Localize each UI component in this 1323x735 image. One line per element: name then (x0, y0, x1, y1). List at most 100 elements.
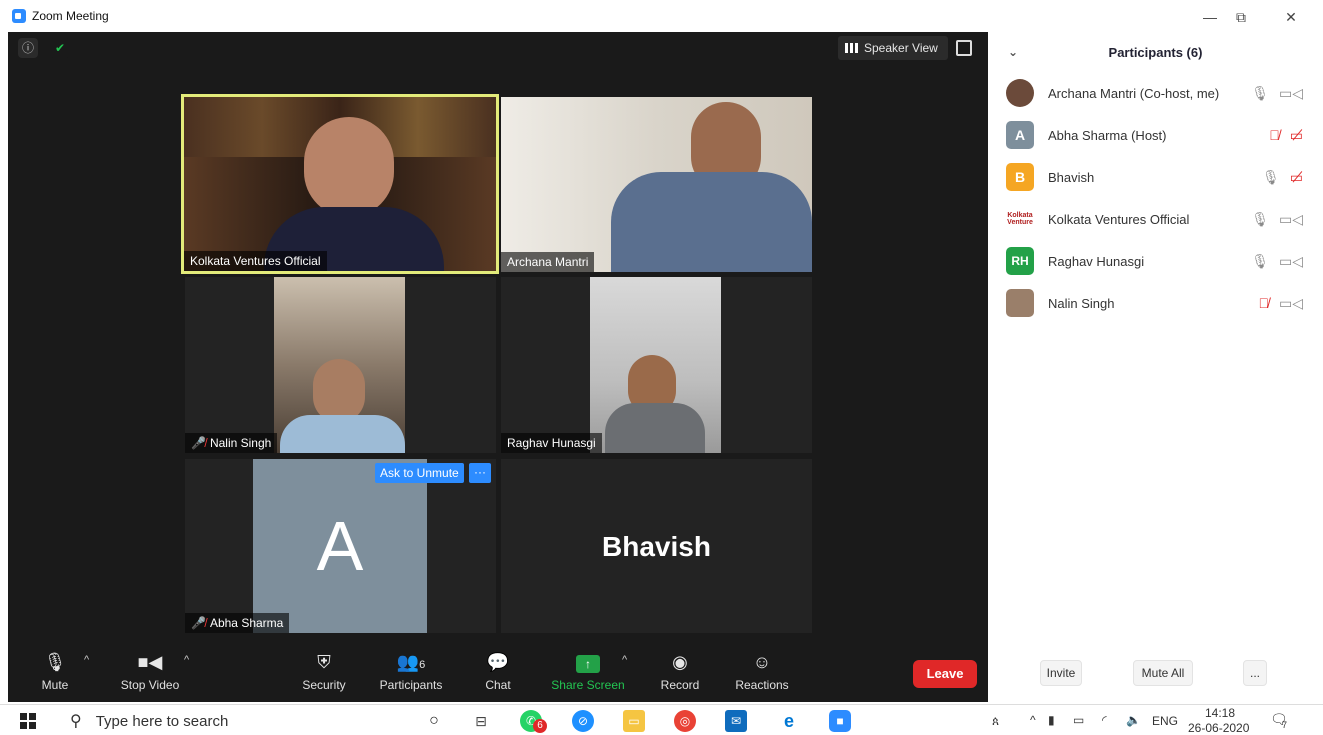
video-gallery: ⓘ ✔ Speaker View Kolkata Ventures Offici… (8, 32, 988, 642)
search-placeholder: Type here to search (95, 712, 229, 730)
volume-icon[interactable]: 🔈 (1126, 713, 1141, 727)
taskbar-search[interactable]: ⚲ Type here to search (60, 707, 400, 735)
participant-row[interactable]: A Abha Sharma (Host) 🎙̸ ▭̸ (988, 114, 1323, 156)
participant-name: Abha Sharma (Host) (1048, 127, 1167, 143)
microphone-muted-icon[interactable]: 🎙̸ (1269, 127, 1280, 144)
chevron-down-icon[interactable]: ⌄ (1008, 45, 1018, 59)
video-tile-bhavish[interactable]: Bhavish (501, 459, 812, 633)
video-tile-abha-sharma[interactable]: A Ask to Unmute ··· 🎤̸ Abha Sharma (185, 459, 496, 633)
video-camera-icon[interactable]: ▭◁ (1279, 85, 1303, 102)
battery-icon[interactable]: ▭ (1073, 713, 1084, 727)
speaker-view-label: Speaker View (864, 41, 938, 55)
microphone-icon[interactable]: 🎙 (1262, 169, 1280, 186)
person-head (313, 359, 365, 423)
fullscreen-icon[interactable] (956, 40, 972, 56)
video-camera-icon[interactable]: ▭◁ (1279, 211, 1303, 228)
tile-name: Nalin Singh (209, 436, 272, 450)
participant-name: Kolkata Ventures Official (1048, 211, 1190, 227)
panel-footer: Invite Mute All ... (988, 660, 1323, 692)
microphone-icon[interactable]: 🎙 (1251, 85, 1269, 102)
share-screen-icon: ↑ (548, 650, 628, 674)
video-tile-raghav-hunasgi[interactable]: Raghav Hunasgi (501, 277, 812, 453)
language-indicator[interactable]: ENG (1152, 714, 1178, 728)
share-options-caret-icon[interactable]: ^ (622, 654, 627, 666)
mute-label: Mute (41, 678, 69, 692)
close-button[interactable]: ✕ (1268, 4, 1314, 30)
wifi-icon[interactable]: ◜ (1102, 713, 1107, 727)
microphone-active-icon[interactable]: 🎙 (1251, 211, 1269, 228)
security-button[interactable]: ⛨ Security (296, 650, 352, 698)
mute-all-button[interactable]: Mute All (1133, 660, 1193, 686)
meeting-toolbar: 🎙 Mute ^ ■◀ Stop Video ^ ⛨ Security 👥6 P… (8, 642, 988, 702)
encryption-shield-icon[interactable]: ✔ (50, 38, 70, 58)
tile-name-label: Archana Mantri (501, 252, 595, 272)
participant-avatar: RH (1006, 247, 1034, 275)
audio-options-caret-icon[interactable]: ^ (84, 654, 89, 666)
video-tile-nalin-singh[interactable]: 🎤̸ Nalin Singh (185, 277, 496, 453)
person-body (611, 172, 812, 272)
outlook-icon[interactable]: ✉ (725, 710, 747, 732)
video-camera-icon[interactable]: ▭◁ (1279, 295, 1303, 312)
participants-button[interactable]: 👥6 Participants (374, 650, 448, 698)
participant-avatar: A (253, 459, 427, 633)
people-icon[interactable]: ጰ (992, 714, 999, 729)
tile-more-button[interactable]: ··· (469, 463, 491, 483)
microphone-icon: 🎙 (43, 652, 67, 672)
video-camera-icon[interactable]: ▭◁ (1279, 253, 1303, 270)
participant-avatar: B (1006, 163, 1034, 191)
video-options-caret-icon[interactable]: ^ (184, 654, 189, 666)
microphone-tray-icon[interactable]: ▮ (1048, 713, 1055, 727)
mute-button[interactable]: 🎙 Mute (30, 650, 80, 698)
participant-row[interactable]: Kolkata Venture Kolkata Ventures Official… (988, 198, 1323, 240)
restore-button[interactable]: ⧉ (1218, 4, 1264, 30)
reactions-button[interactable]: ☺ Reactions (732, 650, 792, 698)
invite-button[interactable]: Invite (1040, 660, 1082, 686)
chat-button[interactable]: 💬 Chat (478, 650, 518, 698)
file-explorer-icon[interactable]: ▭ (623, 710, 645, 732)
video-tile-archana-mantri[interactable]: Archana Mantri (501, 97, 812, 272)
participant-name: Archana Mantri (Co-host, me) (1048, 85, 1220, 101)
edge-icon[interactable]: e (778, 710, 800, 732)
person-body (605, 403, 705, 453)
meeting-info-icon[interactable]: ⓘ (18, 38, 38, 58)
microphone-icon[interactable]: 🎙 (1251, 253, 1269, 270)
clock-date[interactable]: 26-06-2020 (1188, 721, 1249, 735)
shield-icon: ⛨ (317, 652, 331, 672)
participant-row[interactable]: RH Raghav Hunasgi 🎙 ▭◁ (988, 240, 1323, 282)
record-button[interactable]: ◉ Record (656, 650, 704, 698)
ask-to-unmute-button[interactable]: Ask to Unmute (375, 463, 464, 483)
video-off-icon[interactable]: ▭̸ (1290, 169, 1303, 186)
speaker-view-button[interactable]: Speaker View (838, 36, 948, 60)
task-view-icon[interactable]: ⊟ (470, 710, 492, 732)
panel-more-button[interactable]: ... (1243, 660, 1267, 686)
chrome-icon[interactable]: ◎ (674, 710, 696, 732)
tile-name-label: Raghav Hunasgi (501, 433, 602, 453)
leave-button[interactable]: Leave (913, 660, 977, 688)
chat-bubble-icon: 💬 (486, 652, 510, 672)
stop-video-button[interactable]: ■◀ Stop Video (112, 650, 188, 698)
tile-name-label: Kolkata Ventures Official (184, 251, 327, 271)
microphone-muted-icon[interactable]: 🎙̸ (1259, 295, 1270, 312)
zoom-app-icon (12, 9, 26, 23)
video-off-icon[interactable]: ▭̸ (1290, 127, 1303, 144)
panel-header: ⌄ Participants (6) (988, 32, 1323, 72)
share-screen-button[interactable]: ↑ Share Screen (548, 650, 628, 698)
tile-name: Abha Sharma (209, 616, 284, 630)
show-hidden-icons-caret-icon[interactable]: ^ (1030, 713, 1036, 727)
windows-start-icon[interactable] (20, 713, 36, 729)
participant-row[interactable]: B Bhavish 🎙 ▭̸ (988, 156, 1323, 198)
search-icon: ⚲ (70, 713, 82, 730)
participant-row[interactable]: Archana Mantri (Co-host, me) 🎙 ▭◁ (988, 72, 1323, 114)
safari-compass-icon[interactable]: ⊘ (572, 710, 594, 732)
cortana-icon[interactable]: ○ (423, 710, 445, 732)
participant-name: Raghav Hunasgi (1048, 253, 1145, 269)
mic-muted-icon: 🎤̸ (191, 436, 206, 450)
reactions-label: Reactions (735, 678, 789, 692)
participant-row[interactable]: Nalin Singh 🎙̸ ▭◁ (988, 282, 1323, 324)
windows-taskbar: ⚲ Type here to search ○ ⊟ ✆ 6 ⊘ ▭ ◎ ✉ e … (0, 704, 1323, 735)
zoom-taskbar-icon[interactable]: ■ (829, 710, 851, 732)
person-head (304, 117, 394, 217)
whatsapp-badge: 6 (533, 719, 547, 733)
clock-time[interactable]: 14:18 (1205, 706, 1235, 720)
video-tile-kolkata-ventures[interactable]: Kolkata Ventures Official (181, 94, 499, 274)
